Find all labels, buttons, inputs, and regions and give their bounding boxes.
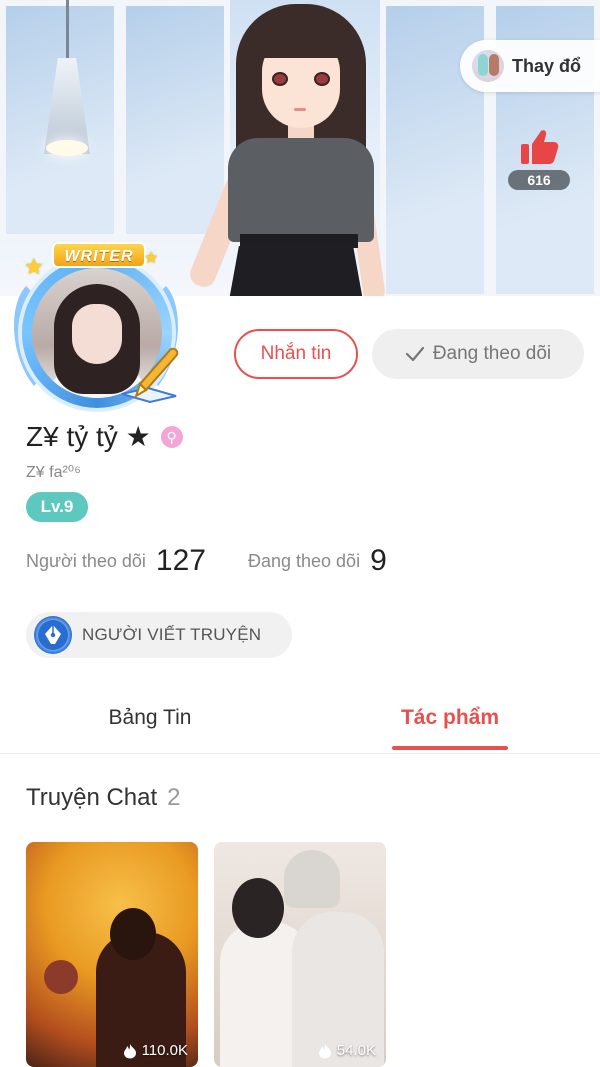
writer-badge: WRITER <box>52 242 146 268</box>
lamp-glow <box>46 140 88 156</box>
fountain-pen-icon <box>121 347 179 404</box>
character-skirt <box>228 246 364 296</box>
story-views: 110.0K <box>123 1042 188 1059</box>
profile-name-row: Z¥ tỷ tỷ ★ ⚲ <box>26 420 183 453</box>
following-button-label: Đang theo dõi <box>432 343 552 364</box>
follow-stats: Người theo dõi 127 Đang theo dõi 9 <box>26 544 387 578</box>
story-cover-beanie <box>284 850 340 908</box>
change-outfit-label: Thay đổ <box>512 55 582 76</box>
following-label[interactable]: Đang theo dõi <box>248 551 360 572</box>
followers-label[interactable]: Người theo dõi <box>26 551 146 572</box>
story-cover-flowers <box>44 960 78 994</box>
story-views-count: 54.0K <box>336 1042 376 1059</box>
message-button[interactable]: Nhắn tin <box>234 329 358 379</box>
writer-role-chip[interactable]: NGƯỜI VIẾT TRUYỆN <box>26 612 292 658</box>
avatar[interactable]: WRITER ★ ★ <box>8 240 184 416</box>
level-badge: Lv.9 <box>26 492 88 522</box>
window-pane <box>120 0 230 240</box>
pen-nib-icon <box>34 616 72 654</box>
following-count[interactable]: 9 <box>370 544 387 578</box>
story-views: 54.0K <box>318 1042 376 1059</box>
checkmark-icon <box>405 346 424 362</box>
story-card[interactable]: 110.0K <box>26 842 198 1067</box>
section-title: Truyện Chat 2 <box>26 784 181 812</box>
following-button[interactable]: Đang theo dõi <box>372 329 584 379</box>
fire-icon <box>318 1043 331 1058</box>
character-mouth <box>294 108 306 111</box>
thumbs-up-icon[interactable] <box>519 128 559 166</box>
writer-role-label: NGƯỜI VIẾT TRUYỆN <box>82 625 262 644</box>
gender-icon: ⚲ <box>160 425 183 448</box>
story-cover-figure-head <box>110 908 156 960</box>
like-widget[interactable]: 616 <box>506 128 572 190</box>
like-count: 616 <box>508 170 570 190</box>
active-tab-indicator <box>392 746 508 750</box>
character-belt <box>240 234 358 248</box>
profile-tabs: Bảng Tin Tác phẩm <box>0 690 600 754</box>
outfit-thumbnail-icon <box>472 50 504 82</box>
story-views-count: 110.0K <box>141 1042 188 1059</box>
character-bangs <box>256 20 348 58</box>
tab-works[interactable]: Tác phẩm <box>360 690 540 754</box>
star-icon: ★ <box>24 254 44 279</box>
profile-handle: Z¥ fa²⁰⁶ <box>26 464 81 481</box>
fire-icon <box>123 1043 136 1058</box>
character-shirt <box>228 138 374 242</box>
followers-count[interactable]: 127 <box>156 544 206 578</box>
tab-feed[interactable]: Bảng Tin <box>60 690 240 754</box>
avatar-photo-face <box>72 304 122 364</box>
lamp-cord <box>66 0 69 62</box>
character-eye <box>272 72 288 86</box>
star-icon: ★ <box>144 250 159 267</box>
story-cover-figure-head <box>232 878 284 938</box>
change-outfit-button[interactable]: Thay đổ <box>460 40 600 92</box>
character-eye <box>314 72 330 86</box>
profile-name: Z¥ tỷ tỷ ★ <box>26 421 151 452</box>
section-title-label: Truyện Chat <box>26 784 158 811</box>
section-count: 2 <box>167 784 181 811</box>
story-card[interactable]: 54.0K <box>214 842 386 1067</box>
